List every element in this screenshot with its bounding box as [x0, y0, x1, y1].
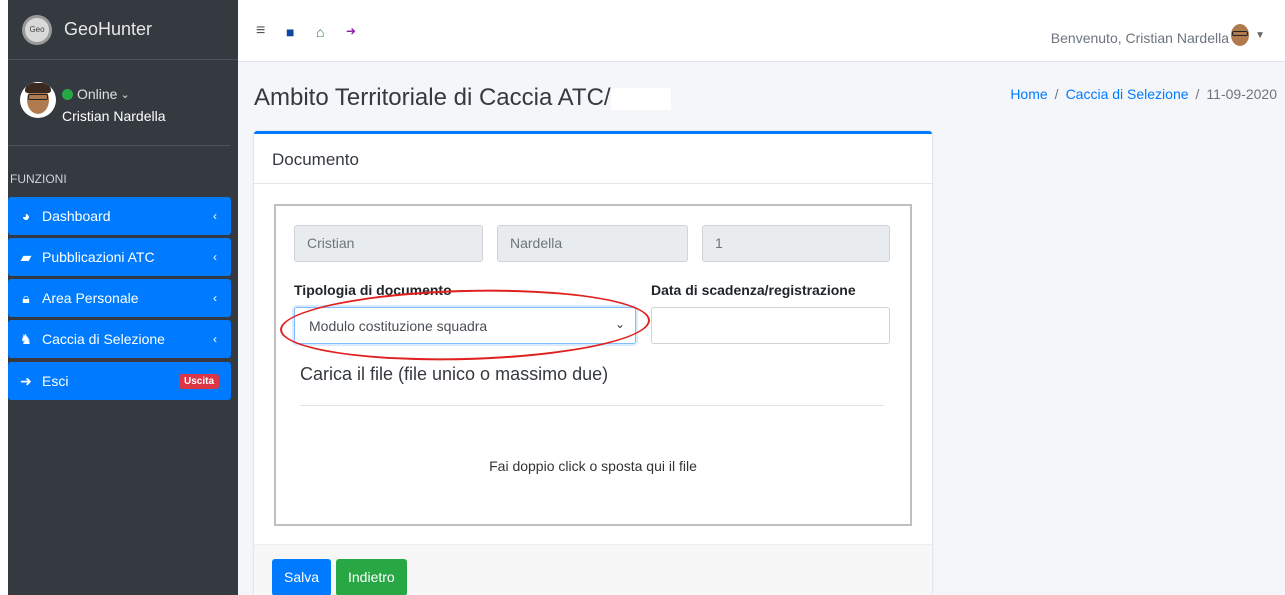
breadcrumb-separator: / — [1195, 86, 1200, 102]
breadcrumb-current: 11-09-2020 — [1206, 86, 1277, 102]
sign-out-icon: ➜ — [20, 372, 32, 389]
lock-icon: 🔒︎ — [22, 289, 30, 306]
sidebar-item-caccia-selezione[interactable]: ♞ Caccia di Selezione ‹ — [8, 320, 231, 358]
brand-link[interactable]: Geo GeoHunter — [8, 0, 238, 60]
card-header: Documento — [254, 134, 932, 184]
file-dropzone[interactable]: Fai doppio click o sposta qui il file — [276, 458, 910, 474]
brand-name: GeoHunter — [64, 19, 153, 39]
avatar — [20, 82, 56, 118]
user-name: Cristian Nardella — [62, 108, 166, 124]
chevron-left-icon: ‹ — [213, 250, 217, 264]
page-title: Ambito Territoriale di Caccia ATC/ — [254, 84, 671, 112]
sign-out-icon[interactable]: ➜ — [346, 24, 356, 38]
divider — [300, 405, 884, 406]
sidebar-item-area-personale[interactable]: 🔒︎ Area Personale ‹ — [8, 279, 231, 317]
deer-icon: ♞ — [19, 330, 33, 347]
last-name-field[interactable]: Nardella — [497, 225, 688, 262]
online-status-icon — [62, 88, 73, 100]
sidebar-item-dashboard[interactable]: ◕ Dashboard ‹ — [8, 197, 231, 235]
breadcrumb-home[interactable]: Home — [1010, 86, 1047, 102]
book-icon: ▰ — [20, 248, 32, 265]
sidebar-item-label: Caccia di Selezione — [42, 331, 165, 347]
brand-logo: Geo — [22, 14, 52, 45]
breadcrumb-section[interactable]: Caccia di Selezione — [1066, 86, 1189, 102]
upload-label: Carica il file (file unico o massimo due… — [300, 364, 609, 384]
home-icon[interactable]: ⌂ — [316, 24, 324, 40]
redacted-mask — [610, 87, 671, 110]
document-card: Documento Cristian Nardella 1 Tipologia … — [254, 131, 932, 595]
sidebar-section-label: FUNZIONI — [10, 172, 67, 186]
sidebar-item-label: Dashboard — [42, 208, 111, 224]
chevron-down-icon: ⌄ — [120, 88, 130, 101]
date-field[interactable] — [651, 307, 890, 344]
top-navbar: ≡ ■ ⌂ ➜ Benvenuto, Cristian Nardella ▼ — [238, 0, 1285, 62]
card-footer: Salva Indietro — [254, 544, 932, 595]
upload-form-box: Cristian Nardella 1 Tipologia di documen… — [274, 204, 912, 526]
chevron-left-icon: ‹ — [213, 291, 217, 305]
chevron-left-icon: ‹ — [213, 209, 217, 223]
exit-badge: Uscita — [178, 373, 219, 389]
sidebar-item-label: Area Personale — [42, 290, 139, 306]
sidebar-item-label: Pubblicazioni ATC — [42, 249, 155, 265]
status-label: Online — [77, 86, 118, 102]
save-button[interactable]: Salva — [272, 559, 332, 595]
back-button[interactable]: Indietro — [336, 559, 407, 595]
user-panel: Online ⌄ Cristian Nardella — [8, 62, 230, 146]
sidebar-item-esci[interactable]: ➜ Esci Uscita — [8, 362, 231, 400]
date-label: Data di scadenza/registrazione — [651, 282, 856, 298]
dashboard-icon: ◕ — [21, 208, 31, 224]
grid-icon[interactable]: ■ — [286, 24, 294, 40]
sidebar: Geo GeoHunter Online ⌄ Cristian Nardella… — [0, 0, 238, 595]
number-field[interactable]: 1 — [702, 225, 890, 262]
status-dropdown[interactable]: Online ⌄ — [62, 86, 130, 102]
first-name-field[interactable]: Cristian — [294, 225, 483, 262]
menu-icon[interactable]: ≡ — [256, 22, 265, 40]
breadcrumb: Home / Caccia di Selezione / 11-09-2020 — [1010, 86, 1277, 102]
avatar[interactable] — [1229, 22, 1251, 48]
breadcrumb-separator: / — [1054, 86, 1059, 102]
welcome-text: Benvenuto, Cristian Nardella — [1050, 30, 1229, 46]
card-title: Documento — [272, 150, 359, 169]
left-edge-strip — [0, 0, 8, 595]
sidebar-item-label: Esci — [42, 373, 69, 389]
chevron-left-icon: ‹ — [213, 332, 217, 346]
sidebar-item-pubblicazioni[interactable]: ▰ Pubblicazioni ATC ‹ — [8, 238, 231, 276]
caret-down-icon[interactable]: ▼ — [1255, 30, 1265, 41]
